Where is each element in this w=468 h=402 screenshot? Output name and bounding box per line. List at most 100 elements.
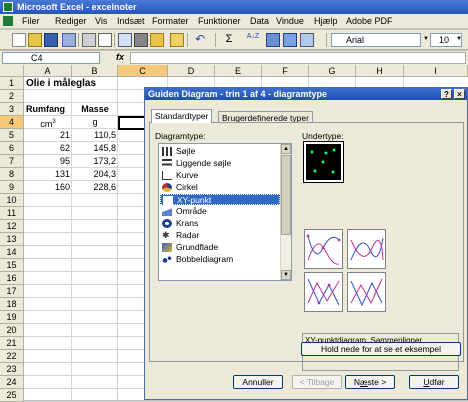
menu-tools[interactable]: Funktioner — [198, 15, 241, 28]
sort-ascending-icon[interactable]: A↓Z — [246, 33, 260, 47]
chart-type-list[interactable]: Søjle Liggende søjle Kurve Cirkel XY-pun… — [158, 143, 292, 281]
menu-file[interactable]: Filer — [22, 15, 40, 28]
row-header[interactable]: 2 — [0, 90, 24, 103]
cell-volume[interactable]: 160 — [24, 181, 72, 194]
cell-unit-mass[interactable]: g — [72, 116, 118, 129]
font-name-select[interactable]: Arial — [331, 33, 421, 47]
column-header[interactable]: D — [168, 65, 215, 77]
finish-button[interactable]: Udfør — [409, 375, 459, 389]
chart-type-item-surface[interactable]: Grundflade — [160, 242, 280, 253]
subtype-smooth-lines[interactable] — [347, 229, 386, 269]
chart-type-item-column[interactable]: Søjle — [160, 146, 280, 157]
cut-icon[interactable] — [134, 33, 148, 47]
list-scrollbar[interactable]: ▲ ▼ — [280, 144, 291, 280]
column-header[interactable]: B — [72, 65, 118, 77]
cell-mass[interactable]: 173,2 — [72, 155, 118, 168]
cell-mass[interactable]: 228,6 — [72, 181, 118, 194]
workbook-icon[interactable] — [3, 16, 13, 26]
row-header[interactable]: 5 — [0, 129, 24, 142]
row-header[interactable]: 22 — [0, 350, 24, 363]
cell-title[interactable]: Olie i måleglas — [24, 77, 98, 90]
cell-volume[interactable]: 62 — [24, 142, 72, 155]
column-header[interactable]: A — [24, 65, 72, 77]
tab-standard-types[interactable]: Standardtyper — [151, 109, 213, 123]
chart-type-item-line[interactable]: Kurve — [160, 170, 280, 181]
size-dropdown-icon[interactable]: ▼ — [456, 36, 462, 42]
row-header[interactable]: 9 — [0, 181, 24, 194]
subtype-straight-lines-markers[interactable] — [304, 272, 343, 312]
print-icon[interactable] — [82, 33, 96, 47]
back-button[interactable]: < Tilbage — [292, 375, 342, 389]
row-header[interactable]: 13 — [0, 233, 24, 246]
subtype-straight-lines[interactable] — [347, 272, 386, 312]
scroll-down-icon[interactable]: ▼ — [281, 270, 291, 280]
column-header[interactable]: E — [215, 65, 262, 77]
research-icon[interactable] — [118, 33, 132, 47]
preview-sample-button[interactable]: Hold nede for at se et eksempel — [301, 342, 461, 356]
row-header[interactable]: 1 — [0, 77, 24, 90]
row-header[interactable]: 25 — [0, 389, 24, 402]
subtype-smooth-lines-markers[interactable] — [304, 229, 343, 269]
menu-data[interactable]: Data — [250, 15, 269, 28]
close-button[interactable]: × — [454, 89, 465, 99]
menu-insert[interactable]: Indsæt — [117, 15, 145, 28]
row-header[interactable]: 17 — [0, 285, 24, 298]
subtype-scatter-markers[interactable] — [303, 141, 344, 183]
row-header[interactable]: 24 — [0, 376, 24, 389]
autosum-icon[interactable]: Σ — [222, 33, 236, 47]
chart-type-item-xy-scatter[interactable]: XY-punkt — [160, 194, 280, 205]
menu-adobe-pdf[interactable]: Adobe PDF — [346, 15, 393, 28]
scroll-up-icon[interactable]: ▲ — [281, 144, 291, 154]
cell-mass[interactable]: 145,8 — [72, 142, 118, 155]
row-header[interactable]: 6 — [0, 142, 24, 155]
help-button[interactable]: ? — [441, 89, 452, 99]
zoom-icon[interactable] — [300, 33, 314, 47]
chart-type-item-bar[interactable]: Liggende søjle — [160, 158, 280, 169]
row-header[interactable]: 19 — [0, 311, 24, 324]
row-header[interactable]: 4 — [0, 116, 24, 129]
menu-help[interactable]: Hjælp — [314, 15, 338, 28]
chart-type-item-pie[interactable]: Cirkel — [160, 182, 280, 193]
cell-volume[interactable]: 95 — [24, 155, 72, 168]
cell-volume[interactable]: 131 — [24, 168, 72, 181]
column-header[interactable]: C — [118, 65, 168, 77]
row-header[interactable]: 16 — [0, 272, 24, 285]
chart-wizard-icon[interactable] — [266, 33, 280, 47]
font-dropdown-icon[interactable]: ▼ — [423, 36, 429, 42]
row-header[interactable]: 11 — [0, 207, 24, 220]
insert-function-icon[interactable]: fx — [116, 52, 124, 62]
cell-mass[interactable]: 204,3 — [72, 168, 118, 181]
menu-edit[interactable]: Rediger — [55, 15, 87, 28]
row-header[interactable]: 8 — [0, 168, 24, 181]
next-button[interactable]: Næste > — [345, 375, 395, 389]
chart-type-item-doughnut[interactable]: Krans — [160, 218, 280, 229]
chart-type-item-radar[interactable]: ✱ Radar — [160, 230, 280, 241]
menu-window[interactable]: Vindue — [276, 15, 304, 28]
row-header[interactable]: 14 — [0, 246, 24, 259]
column-header[interactable]: G — [309, 65, 356, 77]
print-preview-icon[interactable] — [98, 33, 112, 47]
row-header[interactable]: 18 — [0, 298, 24, 311]
paste-icon[interactable] — [150, 33, 164, 47]
cell-header-mass[interactable]: Masse — [72, 103, 118, 116]
row-header[interactable]: 12 — [0, 220, 24, 233]
chart-type-item-area[interactable]: Område — [160, 206, 280, 217]
select-all-corner[interactable] — [0, 65, 24, 77]
format-painter-icon[interactable] — [170, 33, 184, 47]
open-icon[interactable] — [28, 33, 42, 47]
menu-view[interactable]: Vis — [95, 15, 107, 28]
permission-icon[interactable] — [62, 33, 76, 47]
cell-volume[interactable]: 21 — [24, 129, 72, 142]
chart-type-item-bubble[interactable]: Bobbeldiagram — [160, 254, 280, 265]
name-box[interactable]: C4 — [2, 52, 100, 64]
column-header[interactable]: F — [262, 65, 309, 77]
cell-unit-volume[interactable]: cm3 — [24, 116, 72, 129]
row-header[interactable]: 10 — [0, 194, 24, 207]
row-header[interactable]: 15 — [0, 259, 24, 272]
row-header[interactable]: 20 — [0, 324, 24, 337]
row-header[interactable]: 7 — [0, 155, 24, 168]
menu-format[interactable]: Formater — [152, 15, 189, 28]
formula-input[interactable] — [130, 52, 466, 64]
save-icon[interactable] — [44, 33, 58, 47]
cell-mass[interactable]: 110,5 — [72, 129, 118, 142]
